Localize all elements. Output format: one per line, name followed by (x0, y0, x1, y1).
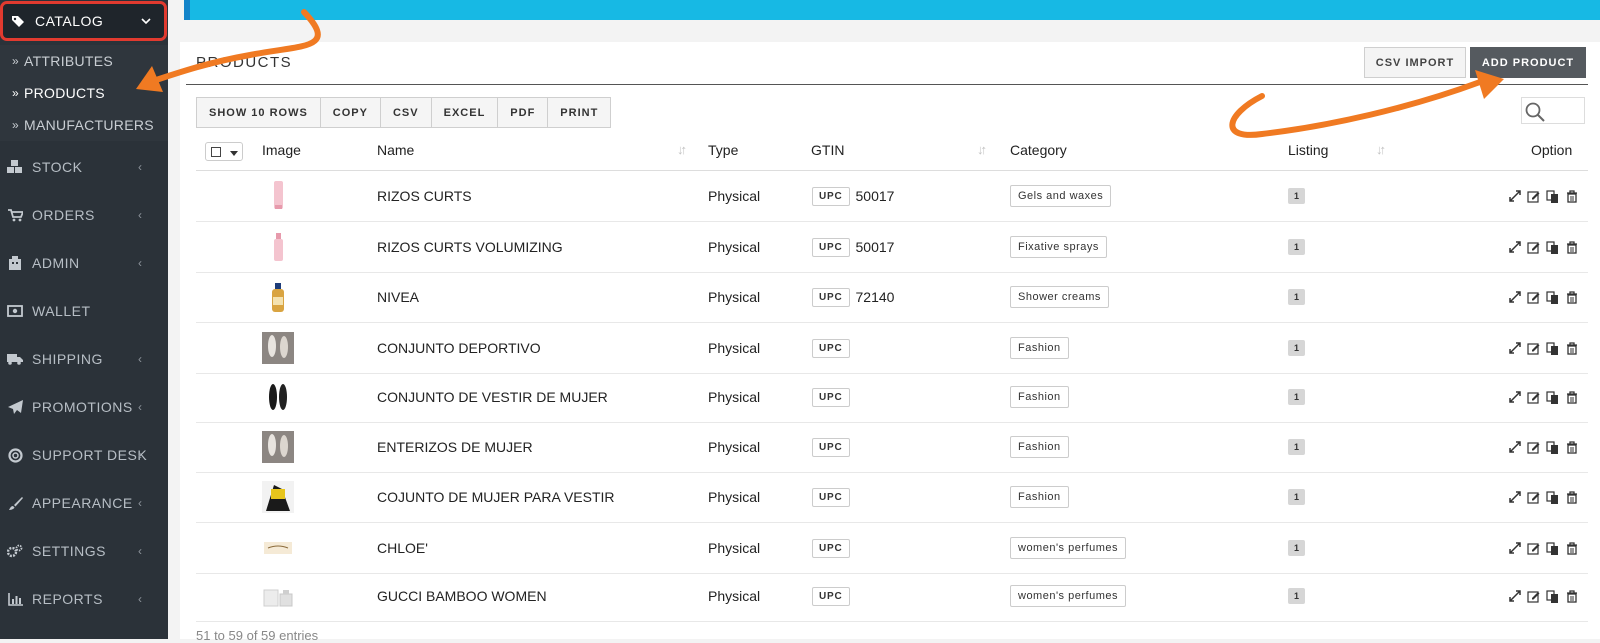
annotation-arrow-add-product (1229, 79, 1483, 138)
annotation-arrow-products (147, 9, 321, 85)
annotation-arrows (136, 9, 1504, 138)
